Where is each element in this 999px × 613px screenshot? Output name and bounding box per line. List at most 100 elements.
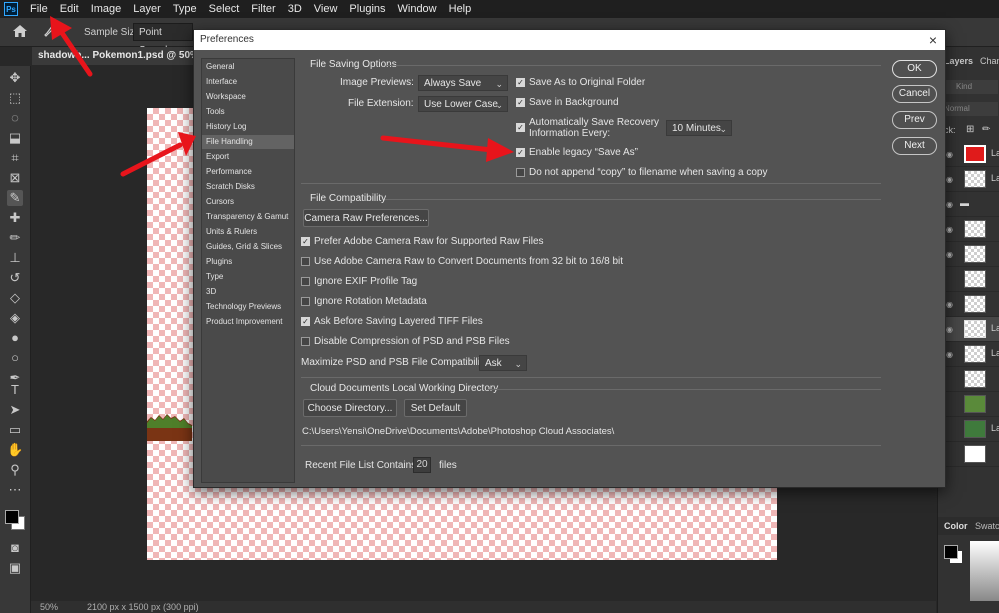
marquee-tool-icon[interactable]: ⬚ [7, 90, 23, 106]
next-button[interactable]: Next [892, 137, 937, 155]
menu-item-view[interactable]: View [308, 0, 344, 18]
object-select-tool-icon[interactable]: ⬓ [7, 130, 23, 146]
blur-tool-icon[interactable]: ● [7, 330, 23, 346]
nav-item-workspace[interactable]: Workspace [202, 90, 294, 104]
layer-row[interactable]: La [938, 417, 999, 442]
layer-row[interactable]: ◉ [938, 292, 999, 317]
menu-item-edit[interactable]: Edit [54, 0, 85, 18]
layer-row[interactable]: ◉ La [938, 342, 999, 367]
layer-group-row[interactable]: ◉ ▬ [938, 192, 999, 217]
nav-item-tools[interactable]: Tools [202, 105, 294, 119]
dodge-tool-icon[interactable]: ○ [7, 350, 23, 366]
lasso-tool-icon[interactable]: ◌ [7, 110, 23, 126]
nav-item-3d[interactable]: 3D [202, 285, 294, 299]
layer-row[interactable]: ◉ La [938, 167, 999, 192]
compat-option-checkbox[interactable]: ✓ [301, 237, 310, 246]
compat-option-checkbox[interactable]: ✓ [301, 317, 310, 326]
paint-bucket-icon[interactable]: ◈ [7, 310, 23, 326]
eyedropper-tool-icon[interactable] [44, 24, 56, 38]
legacy-save-as-checkbox[interactable]: ✓ [516, 148, 525, 157]
tab-layers[interactable]: Layers [944, 56, 973, 66]
eraser-tool-icon[interactable]: ◇ [7, 290, 23, 306]
nav-item-units-rulers[interactable]: Units & Rulers [202, 225, 294, 239]
close-icon[interactable]: × [929, 32, 937, 48]
tab-channels[interactable]: Chann [980, 56, 999, 66]
home-icon[interactable] [12, 24, 28, 38]
brush-tool-icon[interactable]: ✏ [7, 230, 23, 246]
layer-filter-kind[interactable]: Kind [940, 80, 998, 94]
nav-item-plugins[interactable]: Plugins [202, 255, 294, 269]
visibility-eye-icon[interactable]: ◉ [946, 150, 953, 159]
layer-row[interactable] [938, 367, 999, 392]
blend-mode-select[interactable]: Normal [940, 102, 998, 116]
nav-item-history-log[interactable]: History Log [202, 120, 294, 134]
nav-item-technology-previews[interactable]: Technology Previews [202, 300, 294, 314]
type-tool-icon[interactable]: T [7, 382, 23, 398]
menu-item-layer[interactable]: Layer [127, 0, 167, 18]
visibility-eye-icon[interactable]: ◉ [946, 175, 953, 184]
image-previews-select[interactable]: Always Save ⌄ [418, 75, 508, 91]
document-tab[interactable]: shadowb... Pokemon1.psd @ 50% (Layer [32, 47, 208, 65]
nav-item-interface[interactable]: Interface [202, 75, 294, 89]
zoom-level[interactable]: 50% [40, 601, 58, 613]
menu-item-file[interactable]: File [24, 0, 54, 18]
menu-item-plugins[interactable]: Plugins [343, 0, 391, 18]
max-compat-select[interactable]: Ask ⌄ [479, 355, 527, 371]
visibility-eye-icon[interactable]: ◉ [946, 325, 953, 334]
nav-item-transparency-gamut[interactable]: Transparency & Gamut [202, 210, 294, 224]
nav-item-cursors[interactable]: Cursors [202, 195, 294, 209]
clone-stamp-icon[interactable]: ⊥ [7, 250, 23, 266]
nav-item-general[interactable]: General [202, 60, 294, 74]
menu-item-select[interactable]: Select [203, 0, 246, 18]
nav-item-export[interactable]: Export [202, 150, 294, 164]
foreground-background-color-icon[interactable] [5, 510, 25, 530]
sample-size-select[interactable]: Point Sample [133, 23, 193, 56]
visibility-eye-icon[interactable]: ◉ [946, 350, 953, 359]
document-info[interactable]: 2100 px x 1500 px (300 ppi) [87, 601, 199, 613]
auto-save-checkbox[interactable]: ✓ [516, 123, 525, 132]
camera-raw-preferences-button[interactable]: Camera Raw Preferences... [303, 209, 429, 227]
visibility-eye-icon[interactable]: ◉ [946, 250, 953, 259]
no-copy-checkbox[interactable] [516, 168, 525, 177]
move-tool-icon[interactable]: ✥ [7, 70, 23, 86]
frame-tool-icon[interactable]: ⊠ [7, 170, 23, 186]
menu-item-window[interactable]: Window [392, 0, 443, 18]
nav-item-performance[interactable]: Performance [202, 165, 294, 179]
more-tools-icon[interactable]: ⋯ [7, 482, 23, 498]
compat-option-checkbox[interactable] [301, 277, 310, 286]
prev-button[interactable]: Prev [892, 111, 937, 129]
path-select-icon[interactable]: ➤ [7, 402, 23, 418]
healing-brush-icon[interactable]: ✚ [7, 210, 23, 226]
layer-row[interactable] [938, 392, 999, 417]
color-spectrum[interactable] [970, 541, 999, 601]
menu-item-3d[interactable]: 3D [282, 0, 308, 18]
compat-option-checkbox[interactable] [301, 257, 310, 266]
layer-row[interactable] [938, 442, 999, 467]
menu-item-help[interactable]: Help [443, 0, 478, 18]
crop-tool-icon[interactable]: ⌗ [7, 150, 23, 166]
recent-files-input[interactable]: 20 [413, 457, 431, 473]
set-default-button[interactable]: Set Default [404, 399, 467, 417]
history-brush-icon[interactable]: ↺ [7, 270, 23, 286]
compat-option-checkbox[interactable] [301, 297, 310, 306]
screen-mode-icon[interactable]: ▣ [7, 560, 23, 576]
layer-row[interactable]: ◉ [938, 217, 999, 242]
tab-color[interactable]: Color [944, 521, 968, 531]
visibility-eye-icon[interactable]: ◉ [946, 300, 953, 309]
layer-row[interactable]: ◉ La [938, 142, 999, 167]
layer-row[interactable] [938, 267, 999, 292]
tab-swatches[interactable]: Swatch [975, 521, 999, 531]
hand-tool-icon[interactable]: ✋ [7, 442, 23, 458]
quick-mask-icon[interactable]: ◙ [7, 540, 23, 556]
visibility-eye-icon[interactable]: ◉ [946, 200, 953, 209]
save-background-checkbox[interactable]: ✓ [516, 98, 525, 107]
file-extension-select[interactable]: Use Lower Case ⌄ [418, 96, 508, 112]
save-as-original-checkbox[interactable]: ✓ [516, 78, 525, 87]
ok-button[interactable]: OK [892, 60, 937, 78]
nav-item-scratch-disks[interactable]: Scratch Disks [202, 180, 294, 194]
compat-option-checkbox[interactable] [301, 337, 310, 346]
lock-paint-icon[interactable]: ✏ [982, 124, 990, 135]
zoom-tool-icon[interactable]: ⚲ [7, 462, 23, 478]
auto-save-interval-select[interactable]: 10 Minutes ⌄ [666, 120, 732, 136]
menu-item-filter[interactable]: Filter [245, 0, 281, 18]
